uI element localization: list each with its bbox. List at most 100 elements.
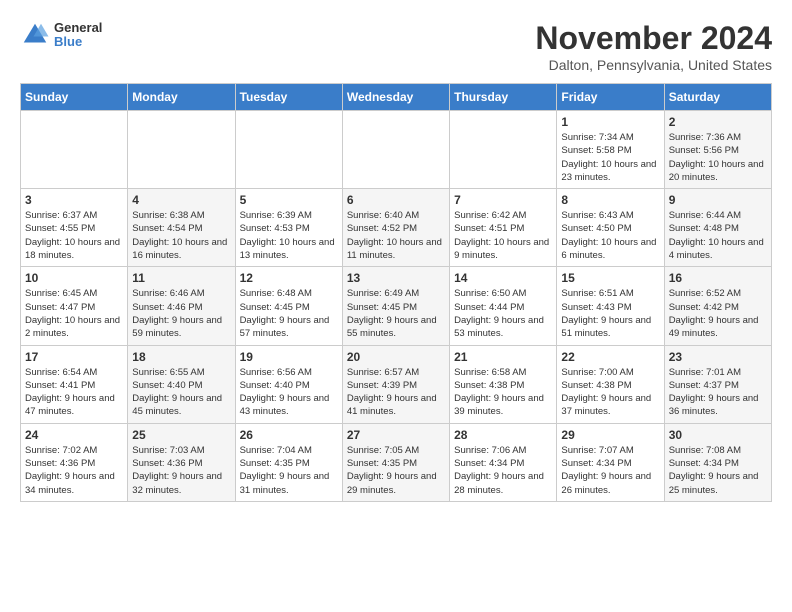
calendar-cell: 30Sunrise: 7:08 AM Sunset: 4:34 PM Dayli… <box>664 423 771 501</box>
weekday-header-monday: Monday <box>128 84 235 111</box>
day-number: 18 <box>132 350 230 364</box>
calendar-cell: 3 Sunrise: 6:37 AM Sunset: 4:55 PM Daylig… <box>21 189 128 267</box>
day-number: 26 <box>240 428 338 442</box>
calendar-cell: 18 Sunrise: 6:55 AM Sunset: 4:40 PM Dayli… <box>128 345 235 423</box>
day-number: 25 <box>132 428 230 442</box>
day-info: Sunrise: 7:36 AM Sunset: 5:56 PM Dayligh… <box>669 131 767 184</box>
calendar-cell: 15 Sunrise: 6:51 AM Sunset: 4:43 PM Dayli… <box>557 267 664 345</box>
day-info: Sunrise: 7:00 AM Sunset: 4:38 PM Dayligh… <box>561 366 659 419</box>
calendar-cell: 1 Sunrise: 7:34 AM Sunset: 5:58 PM Daylig… <box>557 111 664 189</box>
day-number: 24 <box>25 428 123 442</box>
day-number: 16 <box>669 271 767 285</box>
week-row-4: 24 Sunrise: 7:02 AM Sunset: 4:36 PM Dayli… <box>21 423 772 501</box>
day-info: Sunrise: 7:08 AM Sunset: 4:34 PM Dayligh… <box>669 444 767 497</box>
calendar-cell: 23 Sunrise: 7:01 AM Sunset: 4:37 PM Dayli… <box>664 345 771 423</box>
calendar-cell: 22Sunrise: 7:00 AM Sunset: 4:38 PM Dayli… <box>557 345 664 423</box>
calendar-cell: 19 Sunrise: 6:56 AM Sunset: 4:40 PM Dayli… <box>235 345 342 423</box>
logo-blue: Blue <box>54 35 102 49</box>
calendar: SundayMondayTuesdayWednesdayThursdayFrid… <box>20 83 772 502</box>
weekday-header-thursday: Thursday <box>450 84 557 111</box>
day-number: 28 <box>454 428 552 442</box>
day-info: Sunrise: 6:44 AM Sunset: 4:48 PM Dayligh… <box>669 209 767 262</box>
day-info: Sunrise: 6:51 AM Sunset: 4:43 PM Dayligh… <box>561 287 659 340</box>
day-number: 4 <box>132 193 230 207</box>
week-row-1: 3 Sunrise: 6:37 AM Sunset: 4:55 PM Daylig… <box>21 189 772 267</box>
calendar-cell <box>450 111 557 189</box>
calendar-cell: 5 Sunrise: 6:39 AM Sunset: 4:53 PM Daylig… <box>235 189 342 267</box>
calendar-cell: 14 Sunrise: 6:50 AM Sunset: 4:44 PM Dayli… <box>450 267 557 345</box>
week-row-2: 10Sunrise: 6:45 AM Sunset: 4:47 PM Dayli… <box>21 267 772 345</box>
day-number: 8 <box>561 193 659 207</box>
weekday-header-wednesday: Wednesday <box>342 84 449 111</box>
calendar-cell: 27 Sunrise: 7:05 AM Sunset: 4:35 PM Dayli… <box>342 423 449 501</box>
calendar-cell: 12Sunrise: 6:48 AM Sunset: 4:45 PM Dayli… <box>235 267 342 345</box>
calendar-cell: 13 Sunrise: 6:49 AM Sunset: 4:45 PM Dayli… <box>342 267 449 345</box>
day-number: 15 <box>561 271 659 285</box>
logo: General Blue <box>20 20 102 50</box>
calendar-cell <box>235 111 342 189</box>
day-number: 14 <box>454 271 552 285</box>
location: Dalton, Pennsylvania, United States <box>535 57 772 73</box>
day-info: Sunrise: 6:49 AM Sunset: 4:45 PM Dayligh… <box>347 287 445 340</box>
header: General Blue November 2024 Dalton, Penns… <box>20 20 772 73</box>
day-number: 7 <box>454 193 552 207</box>
calendar-cell <box>128 111 235 189</box>
day-info: Sunrise: 7:06 AM Sunset: 4:34 PM Dayligh… <box>454 444 552 497</box>
day-info: Sunrise: 7:05 AM Sunset: 4:35 PM Dayligh… <box>347 444 445 497</box>
day-number: 17 <box>25 350 123 364</box>
calendar-cell: 21Sunrise: 6:58 AM Sunset: 4:38 PM Dayli… <box>450 345 557 423</box>
month-title: November 2024 <box>535 20 772 57</box>
day-info: Sunrise: 6:39 AM Sunset: 4:53 PM Dayligh… <box>240 209 338 262</box>
calendar-cell: 4 Sunrise: 6:38 AM Sunset: 4:54 PM Daylig… <box>128 189 235 267</box>
day-info: Sunrise: 7:03 AM Sunset: 4:36 PM Dayligh… <box>132 444 230 497</box>
calendar-cell: 25 Sunrise: 7:03 AM Sunset: 4:36 PM Dayli… <box>128 423 235 501</box>
calendar-cell: 16 Sunrise: 6:52 AM Sunset: 4:42 PM Dayli… <box>664 267 771 345</box>
day-info: Sunrise: 7:07 AM Sunset: 4:34 PM Dayligh… <box>561 444 659 497</box>
day-info: Sunrise: 6:57 AM Sunset: 4:39 PM Dayligh… <box>347 366 445 419</box>
week-row-3: 17 Sunrise: 6:54 AM Sunset: 4:41 PM Dayli… <box>21 345 772 423</box>
weekday-header-sunday: Sunday <box>21 84 128 111</box>
day-info: Sunrise: 6:48 AM Sunset: 4:45 PM Dayligh… <box>240 287 338 340</box>
calendar-cell: 10Sunrise: 6:45 AM Sunset: 4:47 PM Dayli… <box>21 267 128 345</box>
day-info: Sunrise: 6:52 AM Sunset: 4:42 PM Dayligh… <box>669 287 767 340</box>
weekday-header-saturday: Saturday <box>664 84 771 111</box>
title-area: November 2024 Dalton, Pennsylvania, Unit… <box>535 20 772 73</box>
day-info: Sunrise: 7:02 AM Sunset: 4:36 PM Dayligh… <box>25 444 123 497</box>
logo-general: General <box>54 21 102 35</box>
day-info: Sunrise: 6:56 AM Sunset: 4:40 PM Dayligh… <box>240 366 338 419</box>
day-info: Sunrise: 6:55 AM Sunset: 4:40 PM Dayligh… <box>132 366 230 419</box>
day-number: 27 <box>347 428 445 442</box>
calendar-cell: 7Sunrise: 6:42 AM Sunset: 4:51 PM Daylig… <box>450 189 557 267</box>
calendar-cell <box>21 111 128 189</box>
day-info: Sunrise: 6:50 AM Sunset: 4:44 PM Dayligh… <box>454 287 552 340</box>
day-number: 11 <box>132 271 230 285</box>
weekday-header-friday: Friday <box>557 84 664 111</box>
calendar-cell: 17 Sunrise: 6:54 AM Sunset: 4:41 PM Dayli… <box>21 345 128 423</box>
day-info: Sunrise: 7:34 AM Sunset: 5:58 PM Dayligh… <box>561 131 659 184</box>
calendar-cell: 28 Sunrise: 7:06 AM Sunset: 4:34 PM Dayli… <box>450 423 557 501</box>
day-number: 10 <box>25 271 123 285</box>
day-info: Sunrise: 7:01 AM Sunset: 4:37 PM Dayligh… <box>669 366 767 419</box>
day-info: Sunrise: 6:37 AM Sunset: 4:55 PM Dayligh… <box>25 209 123 262</box>
day-number: 1 <box>561 115 659 129</box>
calendar-cell: 2 Sunrise: 7:36 AM Sunset: 5:56 PM Daylig… <box>664 111 771 189</box>
day-info: Sunrise: 6:46 AM Sunset: 4:46 PM Dayligh… <box>132 287 230 340</box>
day-info: Sunrise: 6:38 AM Sunset: 4:54 PM Dayligh… <box>132 209 230 262</box>
calendar-cell: 6Sunrise: 6:40 AM Sunset: 4:52 PM Daylig… <box>342 189 449 267</box>
day-number: 5 <box>240 193 338 207</box>
calendar-cell: 8Sunrise: 6:43 AM Sunset: 4:50 PM Daylig… <box>557 189 664 267</box>
calendar-cell: 24 Sunrise: 7:02 AM Sunset: 4:36 PM Dayli… <box>21 423 128 501</box>
day-number: 2 <box>669 115 767 129</box>
day-number: 13 <box>347 271 445 285</box>
day-number: 23 <box>669 350 767 364</box>
day-number: 3 <box>25 193 123 207</box>
day-number: 19 <box>240 350 338 364</box>
calendar-cell: 11 Sunrise: 6:46 AM Sunset: 4:46 PM Dayli… <box>128 267 235 345</box>
day-number: 29 <box>561 428 659 442</box>
day-info: Sunrise: 6:54 AM Sunset: 4:41 PM Dayligh… <box>25 366 123 419</box>
logo-text: General Blue <box>54 21 102 50</box>
day-number: 9 <box>669 193 767 207</box>
week-row-0: 1 Sunrise: 7:34 AM Sunset: 5:58 PM Daylig… <box>21 111 772 189</box>
calendar-cell: 26 Sunrise: 7:04 AM Sunset: 4:35 PM Dayli… <box>235 423 342 501</box>
day-info: Sunrise: 7:04 AM Sunset: 4:35 PM Dayligh… <box>240 444 338 497</box>
